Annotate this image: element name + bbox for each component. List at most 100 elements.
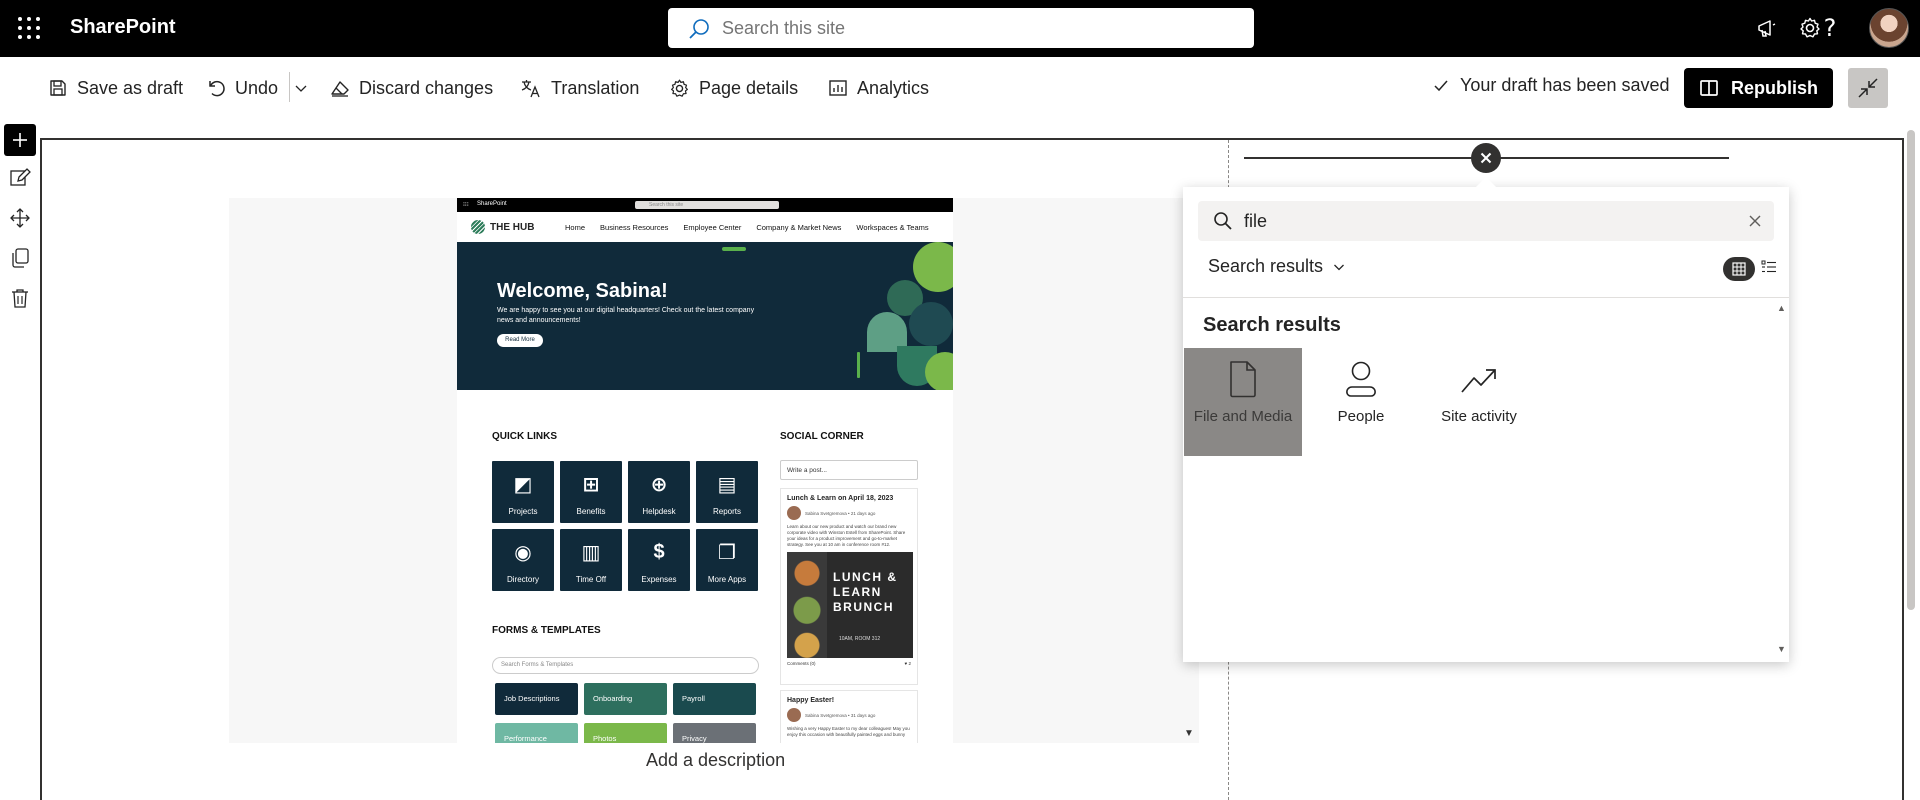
toolbox-search-box[interactable] — [1198, 201, 1774, 241]
preview-nav-item: Company & Market News — [756, 223, 842, 232]
preview-author-avatar — [787, 506, 801, 520]
save-as-draft-button[interactable]: Save as draft — [48, 75, 183, 101]
save-as-draft-label: Save as draft — [77, 77, 184, 98]
chevron-down-icon — [1334, 264, 1345, 270]
preview-quick-link: ▤ Reports — [696, 461, 758, 523]
analytics-button[interactable]: Analytics — [828, 75, 929, 101]
preview-lunch-image: LUNCH & LEARN BRUNCH 10AM, ROOM 312 — [787, 552, 913, 658]
scroll-up-icon[interactable]: ▲ — [1777, 303, 1786, 313]
preview-quick-link: ◩ Projects — [492, 461, 554, 523]
delete-webpart-button[interactable] — [8, 286, 32, 310]
preview-post-author: Sabina Svetgremova • 21 days ago — [787, 506, 911, 520]
preview-social-title: SOCIAL CORNER — [780, 431, 864, 442]
site-search-input[interactable] — [722, 14, 1222, 42]
undo-button[interactable]: Undo — [206, 75, 278, 101]
search-scope-label: Search results — [1208, 256, 1324, 276]
image-scroll-down-icon[interactable]: ▼ — [1184, 728, 1194, 739]
briefcase-icon: ⊞ — [582, 473, 600, 496]
clear-search-icon[interactable] — [1746, 212, 1764, 230]
add-description-field[interactable]: Add a description — [646, 750, 785, 771]
preview-form-tile: Payroll — [673, 683, 756, 715]
grid-view-button[interactable] — [1723, 257, 1755, 281]
preview-post-text: Learn about our new product and watch ou… — [787, 524, 906, 547]
panel-caret — [1476, 177, 1496, 187]
undo-icon — [209, 80, 225, 97]
search-scope-dropdown[interactable]: Search results — [1208, 256, 1345, 277]
undo-label: Undo — [235, 77, 279, 98]
preview-form-tile: Job Descriptions — [495, 683, 578, 715]
draft-saved-text: Your draft has been saved — [1460, 75, 1670, 95]
preview-quick-link: ▥ Time Off — [560, 529, 622, 591]
edit-webpart-button[interactable] — [8, 166, 32, 190]
preview-forms-title: FORMS & TEMPLATES — [492, 625, 601, 636]
preview-post-meta: Comments (0) ♥ 2 — [787, 661, 911, 666]
tile-label: Site activity — [1441, 408, 1517, 425]
preview-post-text: Wishing a very Happy Easter to my dear c… — [787, 726, 910, 737]
preview-lunch-image-text: LUNCH & LEARN BRUNCH — [833, 570, 898, 614]
tile-label: People — [1337, 408, 1385, 425]
discard-changes-button[interactable]: Discard changes — [330, 75, 493, 101]
suite-bar: SharePoint ? — [0, 0, 1920, 57]
move-icon — [10, 208, 30, 228]
page-details-label: Page details — [699, 77, 799, 98]
preview-logo-text: THE HUB — [490, 221, 535, 233]
webpart-tile-people[interactable]: People — [1302, 348, 1420, 456]
help-icon[interactable]: ? — [1816, 14, 1844, 42]
preview-quick-link: $ Expenses — [628, 529, 690, 591]
document-icon: ▤ — [717, 473, 737, 496]
edit-icon — [10, 168, 31, 186]
site-preview-image[interactable]: ⁝⁝⁝ SharePoint Search this site THE HUB … — [457, 198, 953, 743]
preview-hero-title: Welcome, Sabina! — [497, 280, 668, 302]
preview-quick-links: ◩ Projects ⊞ Benefits ⊕ Helpdesk ▤ Reports ◉… — [492, 461, 758, 591]
eraser-icon — [331, 81, 349, 97]
hub-logo-icon — [471, 220, 485, 234]
preview-post-author: Sabina Svetgremova • 31 days ago — [787, 708, 911, 722]
preview-quick-link: ⊕ Helpdesk — [628, 461, 690, 523]
person-icon — [1346, 361, 1376, 397]
megaphone-icon[interactable] — [1753, 14, 1781, 42]
preview-hero: Welcome, Sabina! We are happy to see you… — [457, 242, 953, 390]
collapse-toolbox-button[interactable] — [1848, 68, 1888, 108]
food-photo — [787, 552, 827, 658]
person-circle-icon: ◉ — [514, 541, 532, 564]
avatar[interactable] — [1869, 8, 1909, 48]
view-toggle — [1723, 257, 1777, 281]
file-icon — [1230, 361, 1256, 398]
preview-quick-links-title: QUICK LINKS — [492, 431, 557, 442]
globe-icon: ⊕ — [650, 473, 668, 496]
toolbox-search-input[interactable] — [1244, 208, 1724, 234]
webpart-tile-file-and-media[interactable]: File and Media — [1184, 348, 1302, 456]
panel-separator — [1183, 297, 1789, 298]
republish-label: Republish — [1730, 77, 1818, 98]
page-details-button[interactable]: Page details — [669, 75, 798, 101]
preview-forms-grid: Job Descriptions Onboarding Payroll Perf… — [495, 683, 756, 743]
duplicate-webpart-button[interactable] — [8, 246, 32, 270]
checkmark-icon — [1434, 80, 1448, 91]
preview-nav-item: Home — [565, 223, 586, 232]
preview-feed-card: Lunch & Learn on April 18, 2023 Sabina S… — [780, 488, 918, 685]
app-name[interactable]: SharePoint — [70, 16, 176, 39]
windows-stack-icon: ❐ — [718, 541, 736, 564]
close-icon — [1480, 152, 1492, 164]
gear-icon — [671, 79, 688, 97]
waffle-icon[interactable] — [18, 17, 40, 39]
panel-scrollbar[interactable]: ▲ ▼ — [1773, 299, 1789, 661]
republish-button[interactable]: Republish — [1684, 68, 1833, 108]
close-toolbox-button[interactable] — [1471, 143, 1501, 173]
preview-author-avatar — [787, 708, 801, 722]
list-view-button[interactable] — [1761, 260, 1777, 279]
page-scrollbar[interactable] — [1905, 130, 1917, 610]
site-search-box[interactable] — [668, 8, 1254, 48]
add-section-button[interactable] — [4, 124, 36, 156]
preview-waffle-icon: ⁝⁝⁝ — [463, 202, 469, 208]
undo-dropdown-button[interactable] — [294, 75, 308, 101]
trash-icon — [12, 289, 28, 308]
preview-form-tile: Privacy — [673, 723, 756, 743]
translation-button[interactable]: Translation — [520, 75, 639, 101]
page-scrollbar-thumb[interactable] — [1907, 130, 1915, 610]
move-webpart-button[interactable] — [8, 206, 32, 230]
copy-icon — [12, 248, 29, 268]
plus-icon — [13, 133, 27, 147]
scroll-down-icon[interactable]: ▼ — [1777, 644, 1786, 654]
webpart-tile-site-activity[interactable]: Site activity — [1420, 348, 1538, 456]
